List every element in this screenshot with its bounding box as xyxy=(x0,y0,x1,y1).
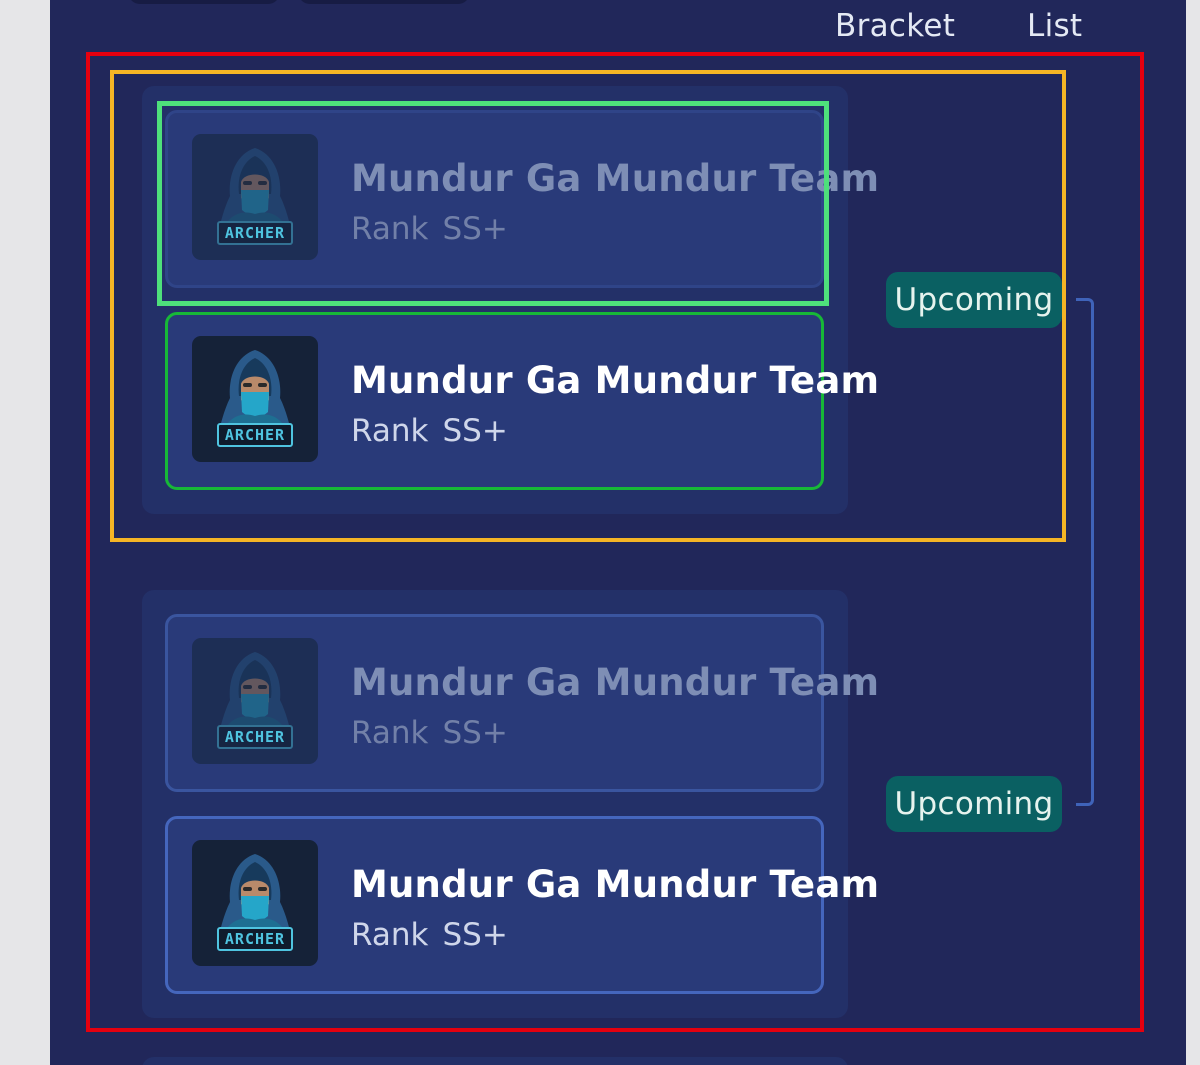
rank-value: SS+ xyxy=(442,715,508,751)
logo-text: ARCHER xyxy=(224,930,286,948)
team-name: Mundur Ga Mundur Team xyxy=(351,661,880,704)
tab-bracket[interactable]: Bracket xyxy=(835,8,955,44)
rank-value: SS+ xyxy=(442,413,508,449)
bracket-connector-line xyxy=(1076,298,1094,806)
team-card[interactable]: ARCHER Mundur Ga Mundur Team Rank SS+ xyxy=(165,312,879,490)
rank-label: Rank xyxy=(351,715,429,751)
archer-logo-icon: ARCHER xyxy=(192,638,318,764)
status-badge: Upcoming xyxy=(886,272,1062,328)
team-card[interactable]: ARCHER Mundur Ga Mundur Team Rank SS+ xyxy=(165,816,879,994)
status-badge: Upcoming xyxy=(886,776,1062,832)
archer-logo-icon: ARCHER xyxy=(192,336,318,462)
team-name: Mundur Ga Mundur Team xyxy=(351,157,880,200)
team-rank: Rank SS+ xyxy=(351,413,508,449)
rank-value: SS+ xyxy=(442,211,508,247)
rank-label: Rank xyxy=(351,413,429,449)
archer-logo-icon: ARCHER xyxy=(192,134,318,260)
tab-list[interactable]: List xyxy=(1027,8,1082,44)
rank-value: SS+ xyxy=(442,917,508,953)
team-name: Mundur Ga Mundur Team xyxy=(351,359,880,402)
team-card[interactable]: ARCHER Mundur Ga Mundur Team Rank SS+ xyxy=(165,110,879,288)
rank-label: Rank xyxy=(351,917,429,953)
logo-text: ARCHER xyxy=(224,426,286,444)
match-card xyxy=(142,1057,848,1065)
team-card[interactable]: ARCHER Mundur Ga Mundur Team Rank SS+ xyxy=(165,614,879,792)
top-tab-pill[interactable] xyxy=(298,0,470,4)
logo-text: ARCHER xyxy=(224,224,286,242)
team-rank: Rank SS+ xyxy=(351,715,508,751)
team-rank: Rank SS+ xyxy=(351,211,508,247)
team-name: Mundur Ga Mundur Team xyxy=(351,863,880,906)
logo-text: ARCHER xyxy=(224,728,286,746)
team-rank: Rank SS+ xyxy=(351,917,508,953)
archer-logo-icon: ARCHER xyxy=(192,840,318,966)
rank-label: Rank xyxy=(351,211,429,247)
bracket-page: Bracket List ARCHER Mundur Ga Mundur Tea… xyxy=(50,0,1186,1065)
top-tab-pill[interactable] xyxy=(128,0,280,4)
